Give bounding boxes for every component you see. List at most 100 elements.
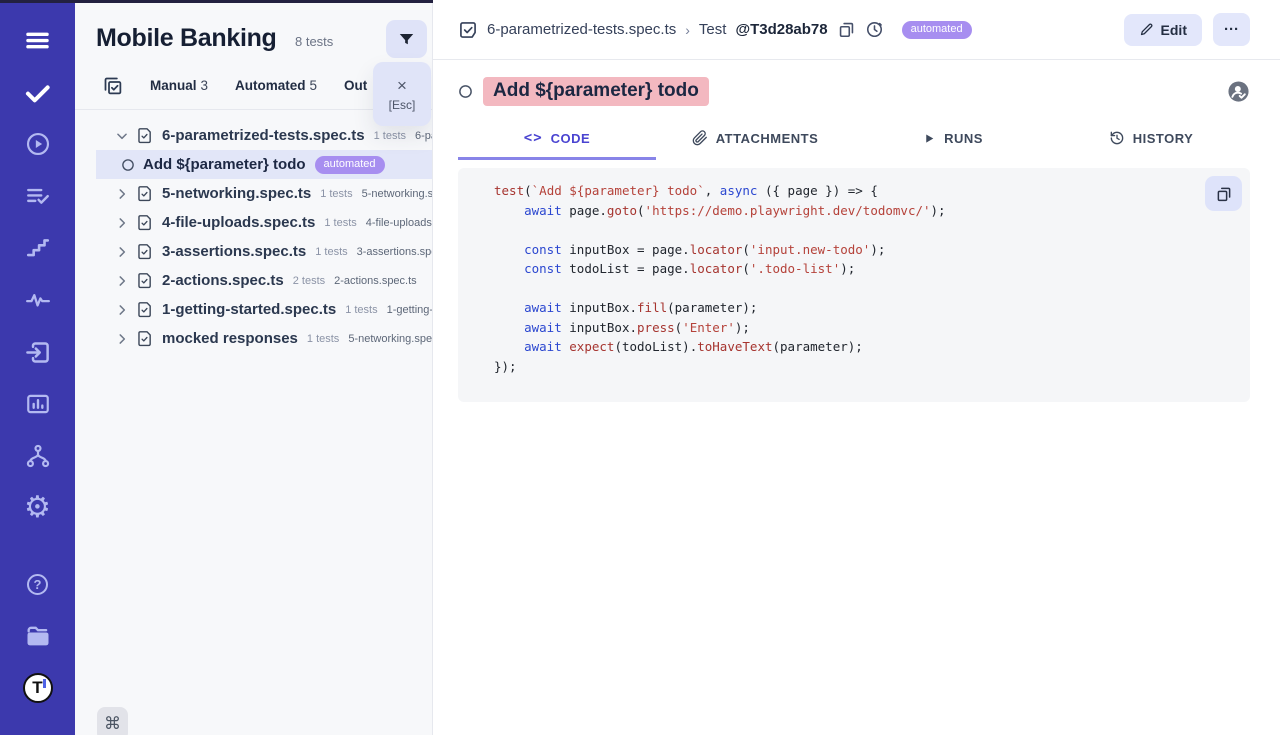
tree-suite-row[interactable]: 4-file-uploads.spec.ts1 tests4-file-uplo… — [75, 208, 432, 237]
topbar-actions: Edit ··· — [1124, 13, 1250, 46]
code-line: const todoList = page.locator('.todo-lis… — [494, 259, 1230, 279]
breadcrumb-file[interactable]: 6-parametrized-tests.spec.ts — [487, 21, 676, 38]
suite-name: 5-networking.spec.ts — [162, 185, 311, 202]
pulse-icon[interactable] — [0, 274, 75, 326]
tab-history[interactable]: HISTORY — [1052, 119, 1250, 160]
test-tree: 6-parametrized-tests.spec.ts 1 tests 6-par… — [75, 110, 432, 353]
tab-automated-count: 5 — [310, 78, 318, 93]
bar-chart-icon[interactable] — [0, 378, 75, 430]
tree-test-row[interactable]: Add ${parameter} todo automated — [96, 150, 432, 179]
app-sidebar: ⚙ ? T — [0, 0, 75, 735]
app-root: ⚙ ? T Mobile Banking 8 tests × [Esc] — [0, 0, 1280, 735]
suite-test-count: 1 tests — [320, 188, 352, 200]
suite-file-path: 2-actions.spec.ts — [334, 275, 417, 287]
spec-file-icon — [136, 330, 153, 347]
tab-manual-count: 3 — [201, 78, 209, 93]
copy-icon — [1215, 185, 1233, 203]
gear-icon[interactable]: ⚙ — [0, 482, 75, 534]
steps-icon[interactable] — [0, 222, 75, 274]
breadcrumb: 6-parametrized-tests.spec.ts › Test @T3d… — [458, 20, 972, 40]
spec-file-icon — [136, 127, 153, 144]
esc-popup: × [Esc] — [373, 62, 431, 126]
suite-name: 2-actions.spec.ts — [162, 272, 284, 289]
detail-tabs: <> CODE ATTACHMENTS RUNS HISTORY — [458, 119, 1250, 160]
suite-name: 1-getting-started.spec.ts — [162, 301, 336, 318]
filter-button[interactable] — [386, 20, 427, 58]
tree-suite-row[interactable]: 1-getting-started.spec.ts 1 tests 1-gettin… — [75, 295, 432, 324]
top-dark-strip — [0, 0, 433, 3]
automated-badge: automated — [902, 21, 972, 39]
code-line: await expect(todoList).toHaveText(parame… — [494, 337, 1230, 357]
tree-suite-row[interactable]: 5-networking.spec.ts1 tests5-networking.… — [75, 179, 432, 208]
tab-outdated[interactable]: Out — [344, 78, 367, 93]
chevron-right-icon[interactable] — [115, 332, 129, 346]
test-id: @T3d28ab78 — [735, 21, 827, 38]
play-circle-icon[interactable] — [0, 118, 75, 170]
tab-manual[interactable]: Manual3 — [150, 78, 208, 93]
time-icon[interactable] — [865, 20, 884, 39]
chevron-right-icon[interactable] — [115, 274, 129, 288]
chevron-right-icon[interactable] — [115, 245, 129, 259]
branch-icon[interactable] — [0, 430, 75, 482]
suite-file-path: 1-getting-started.spec.ts — [387, 304, 432, 316]
select-all-icon[interactable] — [102, 75, 123, 96]
tab-code[interactable]: <> CODE — [458, 119, 656, 160]
paperclip-icon — [692, 130, 708, 146]
project-tests-count: 8 tests — [295, 34, 333, 49]
main-topbar: 6-parametrized-tests.spec.ts › Test @T3d… — [433, 0, 1280, 60]
test-file-icon — [458, 20, 478, 40]
copy-code-button[interactable] — [1205, 176, 1242, 211]
test-name: Add ${parameter} todo — [143, 156, 306, 173]
list-check-icon[interactable] — [0, 170, 75, 222]
help-icon[interactable]: ? — [0, 558, 75, 610]
copy-id-icon[interactable] — [837, 20, 856, 39]
project-title: Mobile Banking — [96, 24, 277, 53]
testomat-logo[interactable]: T — [0, 662, 75, 714]
tree-suite-row[interactable]: 2-actions.spec.ts 2 tests 2-actions.spec.t… — [75, 266, 432, 295]
spec-file-icon — [136, 272, 153, 289]
test-title: Add ${parameter} todo — [483, 77, 709, 106]
test-status-circle-icon — [121, 158, 135, 172]
chevron-right-icon[interactable] — [115, 303, 129, 317]
tab-automated[interactable]: Automated5 — [235, 78, 317, 93]
chevron-right-icon[interactable] — [115, 216, 129, 230]
automated-badge: automated — [315, 156, 385, 174]
esc-hint-label: [Esc] — [389, 98, 416, 112]
assignee-avatar-icon[interactable] — [1227, 80, 1250, 103]
suite-name: 6-parametrized-tests.spec.ts — [162, 127, 365, 144]
suite-name: 3-assertions.spec.ts — [162, 243, 306, 260]
tree-suite-row[interactable]: mocked responses1 tests5-networking.spec… — [75, 324, 432, 353]
tab-runs[interactable]: RUNS — [854, 119, 1052, 160]
code-line: test(`Add ${parameter} todo`, async ({ p… — [494, 181, 1230, 201]
pencil-icon — [1139, 22, 1154, 37]
spec-file-icon — [136, 243, 153, 260]
code-block: test(`Add ${parameter} todo`, async ({ p… — [458, 168, 1250, 402]
tests-check-icon[interactable] — [0, 66, 75, 118]
chevron-right-icon[interactable] — [115, 187, 129, 201]
suite-test-count: 1 tests — [345, 304, 377, 316]
edit-button[interactable]: Edit — [1124, 14, 1202, 46]
suite-file-path: 4-file-uploads.spec.ts — [366, 217, 432, 229]
chevron-down-icon[interactable] — [115, 129, 129, 143]
tab-attachments[interactable]: ATTACHMENTS — [656, 119, 854, 160]
more-actions-button[interactable]: ··· — [1213, 13, 1250, 46]
code-listing[interactable]: test(`Add ${parameter} todo`, async ({ p… — [494, 181, 1230, 376]
filter-icon — [397, 30, 416, 49]
code-icon: <> — [524, 130, 543, 146]
code-line — [494, 279, 1230, 299]
code-line — [494, 220, 1230, 240]
suite-test-count: 1 tests — [307, 333, 339, 345]
sign-in-icon[interactable] — [0, 326, 75, 378]
suite-file-path: 6-parametrized-tests.spec.ts — [415, 130, 432, 142]
tree-suite-row[interactable]: 3-assertions.spec.ts1 tests3-assertions.… — [75, 237, 432, 266]
suite-test-count: 2 tests — [293, 275, 325, 287]
suite-file-path: 5-networking.spec.ts — [348, 333, 432, 345]
folder-icon[interactable] — [0, 610, 75, 662]
spec-file-icon — [136, 301, 153, 318]
close-icon[interactable]: × — [397, 77, 407, 94]
suite-file-path: 3-assertions.spec.ts — [357, 246, 432, 258]
keyboard-shortcuts-button[interactable]: ⌘ — [97, 707, 128, 735]
panel-header: Mobile Banking 8 tests × [Esc] — [75, 0, 432, 53]
test-title-row: Add ${parameter} todo — [433, 60, 1280, 106]
hamburger-icon[interactable] — [0, 14, 75, 66]
